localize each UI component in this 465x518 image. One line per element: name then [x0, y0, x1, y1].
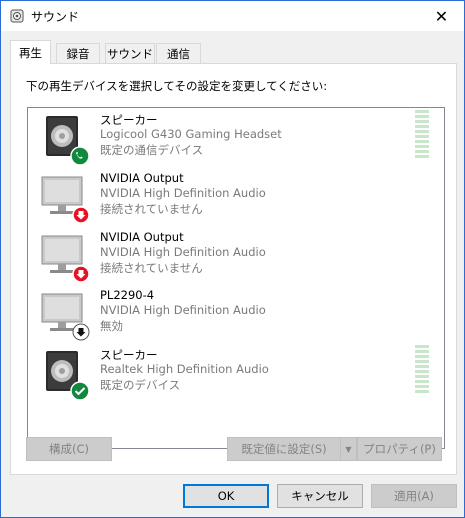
- device-name: PL2290-4: [100, 288, 155, 302]
- list-item-device[interactable]: スピーカー Logicool G430 Gaming Headset 既定の通信…: [28, 110, 444, 168]
- check-badge-icon: [70, 381, 90, 401]
- list-item-device[interactable]: スピーカー Realtek High Definition Audio 既定のデ…: [28, 345, 444, 403]
- device-status: 接続されていません: [100, 202, 203, 216]
- device-driver: NVIDIA High Definition Audio: [100, 303, 266, 317]
- device-status: 既定の通信デバイス: [100, 143, 204, 157]
- device-name: NVIDIA Output: [100, 171, 184, 185]
- device-name: スピーカー: [100, 348, 158, 362]
- list-item-device[interactable]: NVIDIA Output NVIDIA High Definition Aud…: [28, 169, 444, 227]
- sound-dialog: サウンド ✕ 再生 録音 サウンド 通信 下の再生デバイスを選択してその設定を変…: [0, 0, 465, 518]
- disabled-down-arrow-badge-icon: [72, 323, 90, 341]
- set-default-button[interactable]: 既定値に設定(S): [227, 437, 341, 461]
- down-arrow-badge-icon: [72, 265, 90, 283]
- level-meter: [415, 345, 429, 395]
- playback-panel: 下の再生デバイスを選択してその設定を変更してください: スピーカー Logico…: [10, 63, 457, 475]
- properties-button[interactable]: プロパティ(P): [357, 437, 442, 461]
- configure-button[interactable]: 構成(C): [26, 437, 112, 461]
- title-bar: サウンド ✕: [1, 1, 464, 31]
- down-arrow-badge-icon: [72, 206, 90, 224]
- phone-badge-icon: [70, 146, 90, 166]
- ok-button[interactable]: OK: [183, 484, 269, 508]
- device-driver: NVIDIA High Definition Audio: [100, 186, 266, 200]
- window-title: サウンド: [31, 10, 80, 24]
- cancel-button[interactable]: キャンセル: [277, 484, 363, 508]
- device-status: 無効: [100, 319, 123, 333]
- tab-playback[interactable]: 再生: [10, 40, 51, 64]
- device-list[interactable]: スピーカー Logicool G430 Gaming Headset 既定の通信…: [27, 107, 445, 449]
- list-item-device[interactable]: NVIDIA Output NVIDIA High Definition Aud…: [28, 228, 444, 286]
- tab-sounds[interactable]: サウンド: [105, 43, 155, 63]
- apply-button[interactable]: 適用(A): [371, 484, 457, 508]
- set-default-dropdown-chevron-icon[interactable]: ▼: [340, 437, 357, 461]
- level-meter: [415, 110, 429, 160]
- speaker-icon: [10, 9, 24, 23]
- device-driver: Realtek High Definition Audio: [100, 362, 269, 376]
- device-name: NVIDIA Output: [100, 230, 184, 244]
- device-name: スピーカー: [100, 113, 158, 127]
- instruction-text: 下の再生デバイスを選択してその設定を変更してください:: [26, 79, 328, 93]
- device-driver: Logicool G430 Gaming Headset: [100, 127, 282, 141]
- device-status: 既定のデバイス: [100, 378, 181, 392]
- device-status: 接続されていません: [100, 261, 203, 275]
- tab-recording[interactable]: 録音: [56, 43, 100, 63]
- device-driver: NVIDIA High Definition Audio: [100, 245, 266, 259]
- tab-communications[interactable]: 通信: [156, 43, 201, 63]
- list-item-device[interactable]: PL2290-4 NVIDIA High Definition Audio 無効: [28, 286, 444, 344]
- close-button[interactable]: ✕: [419, 1, 464, 31]
